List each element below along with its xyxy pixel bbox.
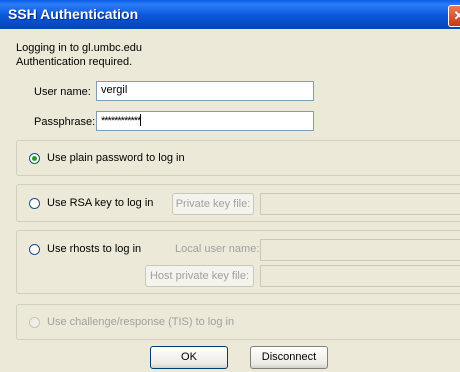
- radio-disabled-icon: [29, 316, 40, 328]
- login-host-text: Logging in to gl.umbc.edu: [16, 42, 142, 54]
- plain-password-group: Use plain password to log in: [16, 140, 460, 176]
- host-private-key-file-field[interactable]: [260, 265, 460, 287]
- auth-required-text: Authentication required.: [16, 56, 133, 68]
- plain-password-option[interactable]: Use plain password to log in: [29, 152, 185, 164]
- ok-button[interactable]: OK: [150, 346, 228, 369]
- radio-unchecked-icon[interactable]: [29, 197, 40, 209]
- private-key-file-field[interactable]: [260, 193, 460, 215]
- close-icon[interactable]: ✕: [448, 5, 460, 27]
- passphrase-mask: ************: [101, 115, 141, 127]
- plain-password-label: Use plain password to log in: [47, 152, 185, 164]
- title-bar: SSH Authentication ✕: [0, 0, 460, 29]
- rhosts-option[interactable]: Use rhosts to log in: [29, 243, 141, 255]
- rsa-key-label: Use RSA key to log in: [47, 197, 154, 209]
- passphrase-label: Passphrase:: [34, 116, 96, 128]
- username-label: User name:: [34, 86, 91, 98]
- username-field[interactable]: vergil: [96, 81, 314, 101]
- passphrase-field[interactable]: ************: [96, 111, 314, 131]
- challenge-response-label: Use challenge/response (TIS) to log in: [47, 316, 235, 328]
- window-title: SSH Authentication: [8, 6, 139, 22]
- challenge-response-group: Use challenge/response (TIS) to log in: [16, 304, 460, 340]
- rhosts-label: Use rhosts to log in: [47, 243, 142, 255]
- local-user-name-field[interactable]: [260, 239, 460, 261]
- host-private-key-file-button[interactable]: Host private key file:: [145, 265, 254, 287]
- private-key-file-button[interactable]: Private key file:: [172, 193, 254, 215]
- local-user-name-label: Local user name:: [175, 243, 260, 255]
- radio-unchecked-icon[interactable]: [29, 243, 40, 255]
- rsa-key-option[interactable]: Use RSA key to log in: [29, 197, 153, 209]
- text-cursor: [140, 114, 142, 126]
- rhosts-group: Use rhosts to log in Local user name: Ho…: [16, 230, 460, 294]
- disconnect-button[interactable]: Disconnect: [250, 346, 328, 369]
- rsa-key-group: Use RSA key to log in Private key file:: [16, 184, 460, 222]
- radio-checked-icon[interactable]: [29, 152, 40, 164]
- challenge-response-option: Use challenge/response (TIS) to log in: [29, 316, 234, 328]
